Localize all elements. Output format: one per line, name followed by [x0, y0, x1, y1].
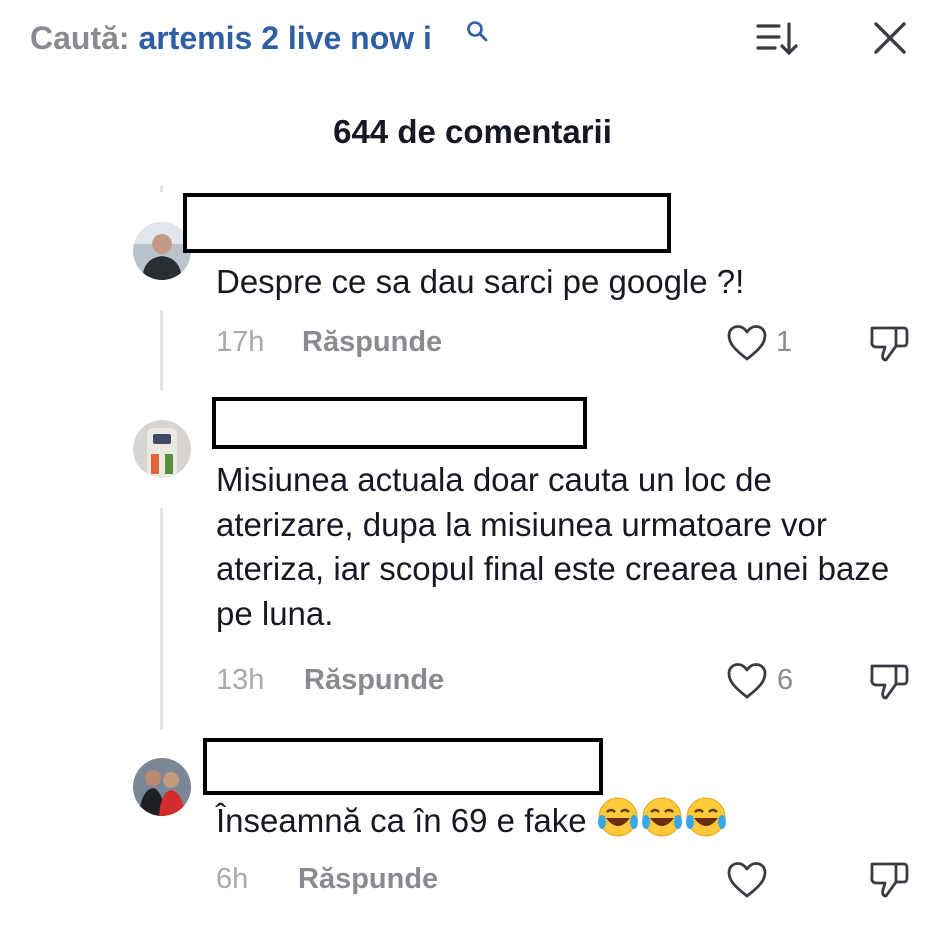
heart-icon[interactable] [726, 323, 768, 363]
comment-text: Misiunea actuala doar cauta un loc de at… [216, 461, 890, 632]
sort-icon[interactable] [755, 20, 801, 58]
search-bar[interactable]: Caută: artemis 2 live now i [30, 20, 432, 57]
thread-line [160, 508, 163, 730]
thread-line [160, 310, 163, 390]
like-count: 6 [777, 664, 794, 696]
dislike-icon[interactable] [868, 322, 910, 364]
thread-line [160, 186, 163, 192]
redacted-username [183, 193, 671, 253]
redacted-username [212, 397, 587, 449]
reply-button[interactable]: Răspunde [304, 664, 444, 697]
like-count: 1 [776, 326, 793, 358]
comment-text-content: Înseamnă ca în 69 e fake [216, 802, 587, 839]
search-icon[interactable] [466, 20, 488, 42]
search-prefix: Caută: [30, 20, 130, 56]
dislike-icon[interactable] [868, 858, 910, 900]
heart-icon[interactable] [726, 661, 768, 701]
comment-time: 6h [216, 863, 249, 895]
close-icon[interactable] [872, 20, 908, 56]
comment-time: 13h [216, 664, 265, 696]
search-query[interactable]: artemis 2 live now i [138, 20, 431, 56]
heart-icon[interactable] [726, 860, 768, 900]
redacted-username [203, 738, 603, 795]
comment-text: Despre ce sa dau sarci pe google ?! [216, 263, 745, 300]
comment-text: Înseamnă ca în 69 e fake [216, 796, 916, 850]
reply-button[interactable]: Răspunde [302, 326, 442, 359]
dislike-icon[interactable] [868, 660, 910, 702]
reply-button[interactable]: Răspunde [298, 863, 438, 896]
laughing-emoji-icon [596, 796, 728, 850]
comment-time: 17h [216, 326, 265, 358]
avatar[interactable] [133, 420, 191, 478]
comments-count-title: 644 de comentarii [333, 113, 612, 150]
avatar[interactable] [133, 758, 191, 816]
